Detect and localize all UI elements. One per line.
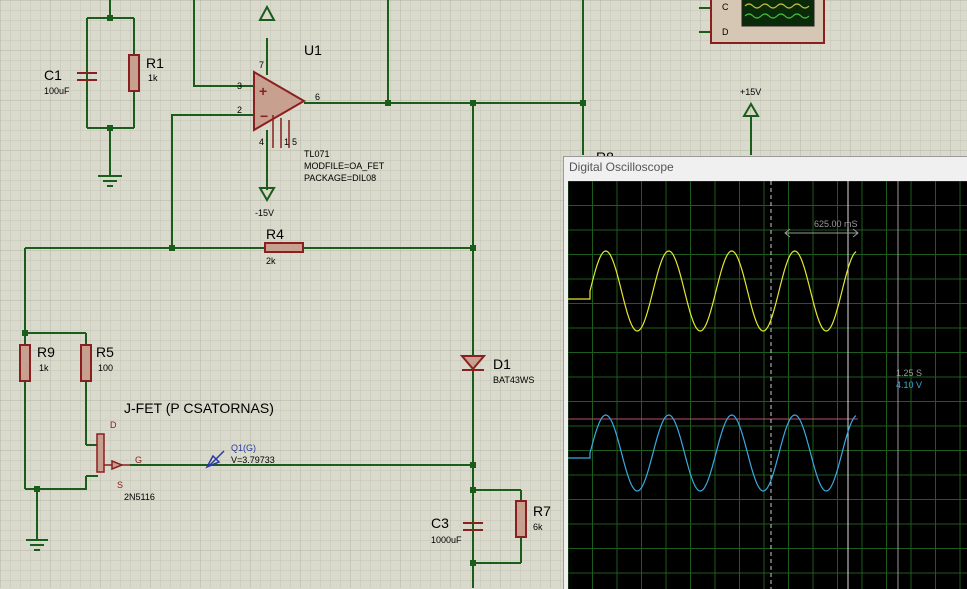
- u1-package: PACKAGE=DIL08: [304, 173, 376, 183]
- u1-pin3: 3: [237, 81, 242, 91]
- u1-model: TL071: [304, 149, 330, 159]
- jfet-pin-g: G: [135, 455, 142, 465]
- oscilloscope-display[interactable]: 625.00 mS 1.25 S 4.10 V: [568, 181, 967, 589]
- u1-pin4: 4: [259, 137, 264, 147]
- u1-pin1: 1: [284, 137, 289, 147]
- r5-ref: R5: [96, 344, 114, 360]
- u1-pin5: 5: [292, 137, 297, 147]
- cursor-delta-label: 625.00 mS: [814, 219, 858, 229]
- c1-value: 100uF: [44, 86, 70, 96]
- jfet-type-label: J-FET (P CSATORNAS): [124, 400, 274, 416]
- probe-voltage: V=3.79733: [231, 455, 275, 465]
- u1-pin6: 6: [315, 92, 320, 102]
- r7-ref: R7: [533, 503, 551, 519]
- neg-supply-label: -15V: [255, 208, 274, 218]
- r4-ref: R4: [266, 226, 284, 242]
- jfet-pin-s: S: [117, 480, 123, 490]
- d1-ref: D1: [493, 356, 511, 372]
- c3-value: 1000uF: [431, 535, 462, 545]
- r7-value: 6k: [533, 522, 543, 532]
- d1-value: BAT43WS: [493, 375, 534, 385]
- probe-name: Q1(G): [231, 443, 256, 453]
- oscilloscope-instrument-symbol[interactable]: C D: [710, 0, 825, 44]
- r4-value: 2k: [266, 256, 276, 266]
- cursor-voltage-readout: 4.10 V: [896, 380, 922, 390]
- oscilloscope-window-title: Digital Oscilloscope: [569, 160, 674, 174]
- scope-pin-c: C: [722, 2, 729, 12]
- u1-pin7: 7: [259, 60, 264, 70]
- jfet-pin-d: D: [110, 420, 117, 430]
- scope-pin-d: D: [722, 27, 729, 37]
- c1-ref: C1: [44, 67, 62, 83]
- c3-ref: C3: [431, 515, 449, 531]
- r9-ref: R9: [37, 344, 55, 360]
- cursor-time-readout: 1.25 S: [896, 368, 922, 378]
- u1-modfile: MODFILE=OA_FET: [304, 161, 385, 171]
- r5-value: 100: [98, 363, 113, 373]
- inverting-marker: −: [260, 108, 268, 124]
- u1-pin2: 2: [237, 105, 242, 115]
- u1-ref: U1: [304, 42, 322, 58]
- r1-value: 1k: [148, 73, 158, 83]
- noninverting-marker: +: [259, 83, 267, 99]
- r9-value: 1k: [39, 363, 49, 373]
- pos-supply-label: +15V: [740, 87, 761, 97]
- oscilloscope-window[interactable]: Digital Oscilloscope 625.00 mS 1.25 S 4.…: [563, 156, 967, 589]
- r1-ref: R1: [146, 55, 164, 71]
- jfet-model: 2N5116: [124, 492, 155, 502]
